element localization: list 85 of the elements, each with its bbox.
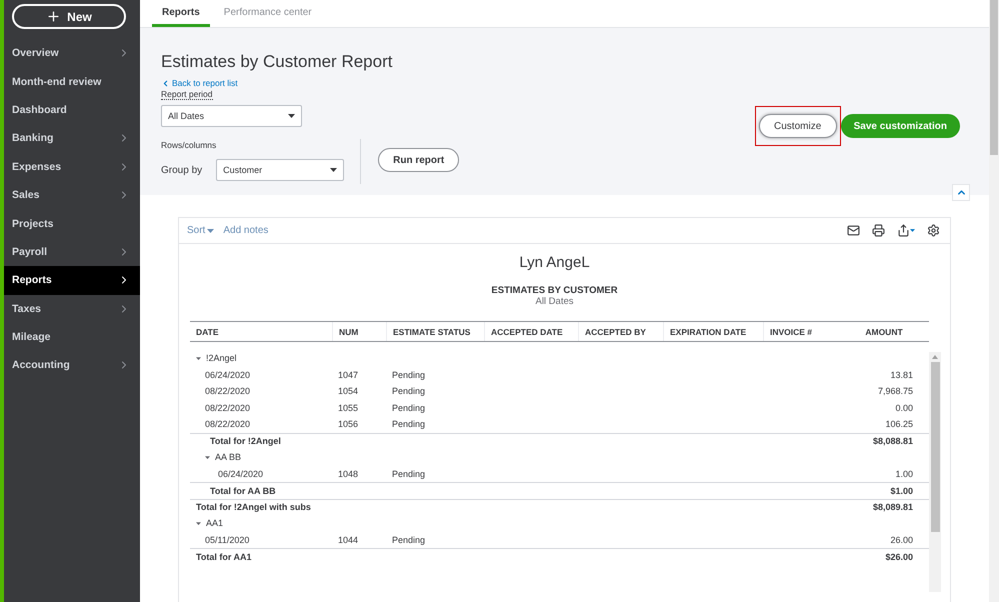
customize-button[interactable]: Customize xyxy=(758,114,837,138)
caret-icon xyxy=(196,520,201,526)
window-scrollbar[interactable] xyxy=(989,0,999,602)
sidebar-item[interactable]: Accounting xyxy=(4,351,140,380)
table-cell: 1054 xyxy=(338,386,358,396)
export-button[interactable] xyxy=(897,224,915,237)
table-cell: Pending xyxy=(392,402,426,413)
table-cell: 7,968.75 xyxy=(878,386,913,396)
total-amount: $8,089.81 xyxy=(872,502,913,512)
table-cell: Pending xyxy=(392,386,426,396)
section-label: Rows/columns xyxy=(161,140,218,150)
column-header: EXPIRATION DATE xyxy=(670,326,746,336)
dropdown-caret-icon xyxy=(330,168,338,172)
report-period-select[interactable]: All Dates xyxy=(161,105,302,127)
collapse-button[interactable] xyxy=(952,184,970,201)
chevron-left-icon xyxy=(161,78,170,88)
column-header: INVOICE # xyxy=(770,326,812,336)
table-cell: 06/24/2020 xyxy=(218,468,264,479)
sidebar-item[interactable]: Sales xyxy=(4,180,140,210)
new-button[interactable]: New xyxy=(12,4,126,29)
group-by-select[interactable]: Customer xyxy=(216,159,344,181)
sidebar-item[interactable]: Month-end review xyxy=(4,67,140,96)
column-header: ACCEPTED BY xyxy=(585,326,646,336)
sidebar-item[interactable]: Projects xyxy=(4,209,140,238)
total-label: Total for AA1 xyxy=(196,552,252,562)
sidebar-item[interactable]: Expenses xyxy=(4,152,140,181)
print-button[interactable] xyxy=(872,224,885,237)
sidebar-item[interactable]: Payroll xyxy=(4,238,140,266)
table-cell: 13.81 xyxy=(890,370,913,380)
total-label: Total for !2Angel xyxy=(210,436,281,446)
caret-icon xyxy=(910,229,915,232)
table-cell: 08/22/2020 xyxy=(205,386,250,396)
total-amount: $8,088.81 xyxy=(872,436,913,446)
table-cell: Pending xyxy=(392,419,426,430)
sidebar-item[interactable]: Mileage xyxy=(4,322,140,352)
page-title: Estimates by Customer Report xyxy=(161,52,394,72)
plus-icon xyxy=(46,9,62,24)
caret-icon xyxy=(196,356,201,361)
column-header: NUM xyxy=(339,326,358,336)
company-name: Lyn AngeL xyxy=(519,254,590,271)
total-label: Total for !2Angel with subs xyxy=(196,502,311,512)
group-toggle[interactable]: AA BB xyxy=(205,452,242,462)
share-icon xyxy=(897,224,910,237)
field-label: Group by xyxy=(161,164,202,176)
report-title: ESTIMATES BY CUSTOMER xyxy=(491,285,618,296)
total-label: Total for AA BB xyxy=(210,486,276,496)
dropdown-caret-icon xyxy=(288,114,295,118)
sidebar-item[interactable]: Taxes xyxy=(4,294,140,323)
table-cell: 1048 xyxy=(338,468,358,479)
sidebar-item[interactable]: Dashboard xyxy=(4,96,140,124)
column-header: DATE xyxy=(196,326,219,336)
caret-icon xyxy=(207,228,214,232)
table-cell: Pending xyxy=(392,534,426,545)
table-cell: 1047 xyxy=(338,370,358,380)
table-cell: 05/11/2020 xyxy=(205,534,250,545)
table-cell: 0.00 xyxy=(895,402,913,413)
table-cell: 06/24/2020 xyxy=(205,370,250,380)
table-cell: 1056 xyxy=(338,419,358,430)
table-cell: 08/22/2020 xyxy=(205,402,250,413)
group-toggle[interactable]: AA1 xyxy=(196,518,224,528)
settings-button[interactable] xyxy=(927,224,940,237)
column-header: AMOUNT xyxy=(865,326,903,336)
back-link[interactable]: Back to report list xyxy=(161,78,238,88)
table-cell: 26.00 xyxy=(890,534,913,545)
column-header: ACCEPTED DATE xyxy=(491,326,563,336)
report-period: All Dates xyxy=(535,296,574,307)
table-cell: Pending xyxy=(392,370,426,380)
table-cell: 106.25 xyxy=(885,419,913,430)
sidebar-item[interactable]: Overview xyxy=(4,39,140,68)
column-header: ESTIMATE STATUS xyxy=(393,326,470,336)
table-cell: Pending xyxy=(392,468,426,479)
table-cell: 1044 xyxy=(338,534,358,545)
sidebar-item[interactable]: Banking xyxy=(4,124,140,153)
group-toggle[interactable]: !2Angel xyxy=(196,353,237,364)
run-report-button[interactable]: Run report xyxy=(378,148,460,172)
sidebar-item[interactable]: Reports xyxy=(4,266,140,295)
total-amount: $26.00 xyxy=(885,552,913,562)
scrollbar[interactable] xyxy=(929,352,941,592)
table-cell: 1055 xyxy=(338,402,358,413)
email-button[interactable] xyxy=(847,224,860,237)
field-label: Report period xyxy=(161,89,213,100)
table-cell: 1.00 xyxy=(895,468,913,479)
caret-icon xyxy=(205,454,210,460)
total-amount: $1.00 xyxy=(890,486,913,496)
table-cell: 08/22/2020 xyxy=(205,419,250,430)
